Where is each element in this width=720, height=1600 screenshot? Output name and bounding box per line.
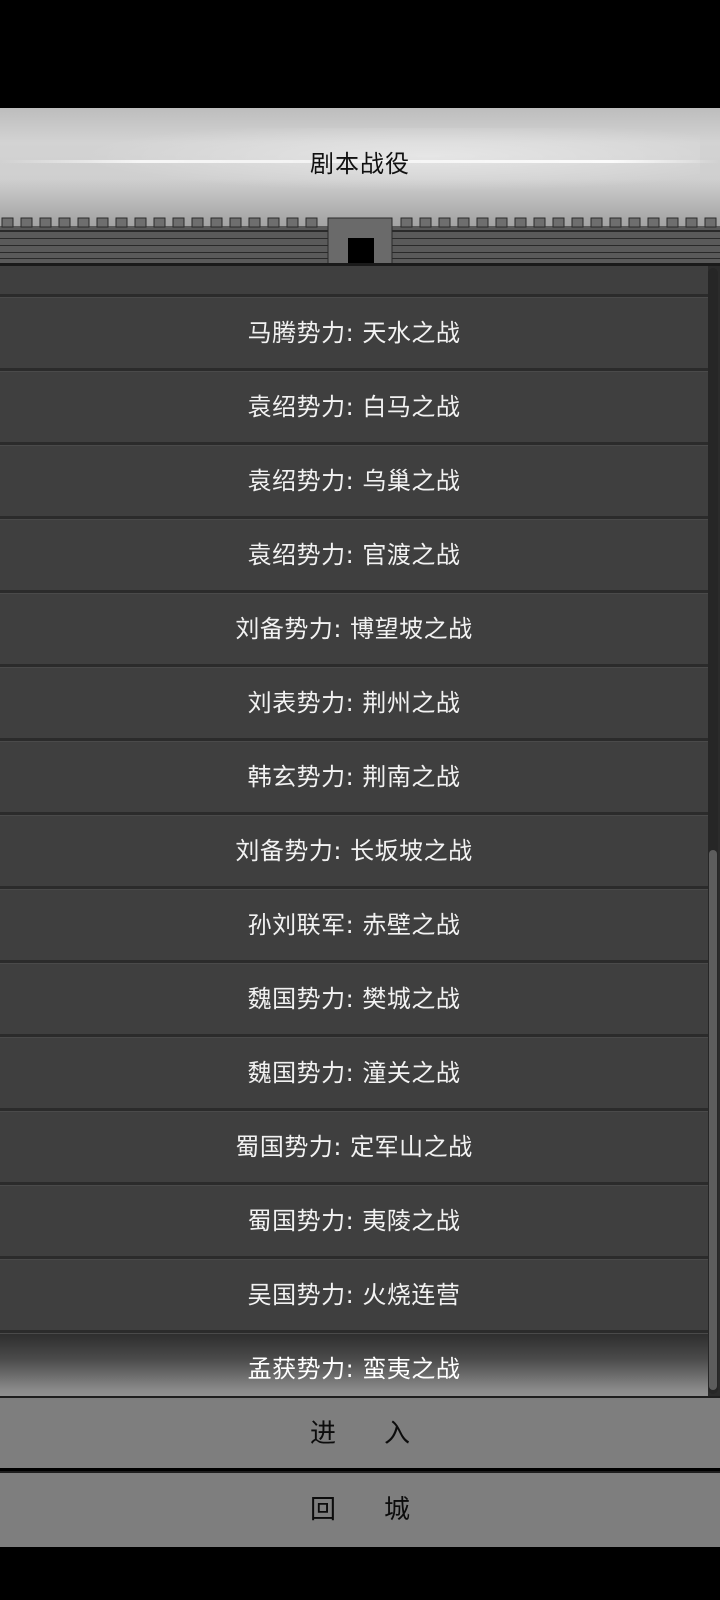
enter-button[interactable]: 进入	[0, 1396, 720, 1468]
campaign-item[interactable]: 蜀国势力: 定军山之战	[0, 1111, 708, 1182]
campaign-item[interactable]: 蜀国势力: 夷陵之战	[0, 1185, 708, 1256]
campaign-list-content: 马腾势力: 天水之战 袁绍势力: 白马之战 袁绍势力: 乌巢之战 袁绍势力: 官渡之战…	[0, 266, 708, 1396]
campaign-item[interactable]: 袁绍势力: 白马之战	[0, 371, 708, 442]
scrollbar-thumb[interactable]	[709, 850, 717, 1390]
campaign-item[interactable]: 马腾势力: 天水之战	[0, 297, 708, 368]
return-to-city-button[interactable]: 回城	[0, 1471, 720, 1547]
campaign-item[interactable]: 孙刘联军: 赤壁之战	[0, 889, 708, 960]
campaign-item[interactable]: 魏国势力: 潼关之战	[0, 1037, 708, 1108]
campaign-item[interactable]: 孟获势力: 蛮夷之战	[0, 1333, 708, 1396]
campaign-item[interactable]: 袁绍势力: 官渡之战	[0, 519, 708, 590]
campaign-item[interactable]: 刘备势力: 长坂坡之战	[0, 815, 708, 886]
campaign-list[interactable]: 马腾势力: 天水之战 袁绍势力: 白马之战 袁绍势力: 乌巢之战 袁绍势力: 官渡之战…	[0, 266, 720, 1396]
campaign-item[interactable]: 刘备势力: 博望坡之战	[0, 593, 708, 664]
campaign-item[interactable]: 刘表势力: 荆州之战	[0, 667, 708, 738]
campaign-screen: 剧本战役 马腾势力: 天水之战 袁绍势力: 白马之战 袁绍势力: 乌巢之战 袁绍势力:…	[0, 0, 720, 1600]
campaign-item[interactable]: 韩玄势力: 荆南之战	[0, 741, 708, 812]
campaign-item[interactable]: 魏国势力: 樊城之战	[0, 963, 708, 1034]
campaign-item[interactable]: 袁绍势力: 乌巢之战	[0, 445, 708, 516]
campaign-item[interactable]: 吴国势力: 火烧连营	[0, 1259, 708, 1330]
list-item-partial[interactable]	[0, 266, 708, 294]
city-wall-icon	[0, 217, 720, 266]
